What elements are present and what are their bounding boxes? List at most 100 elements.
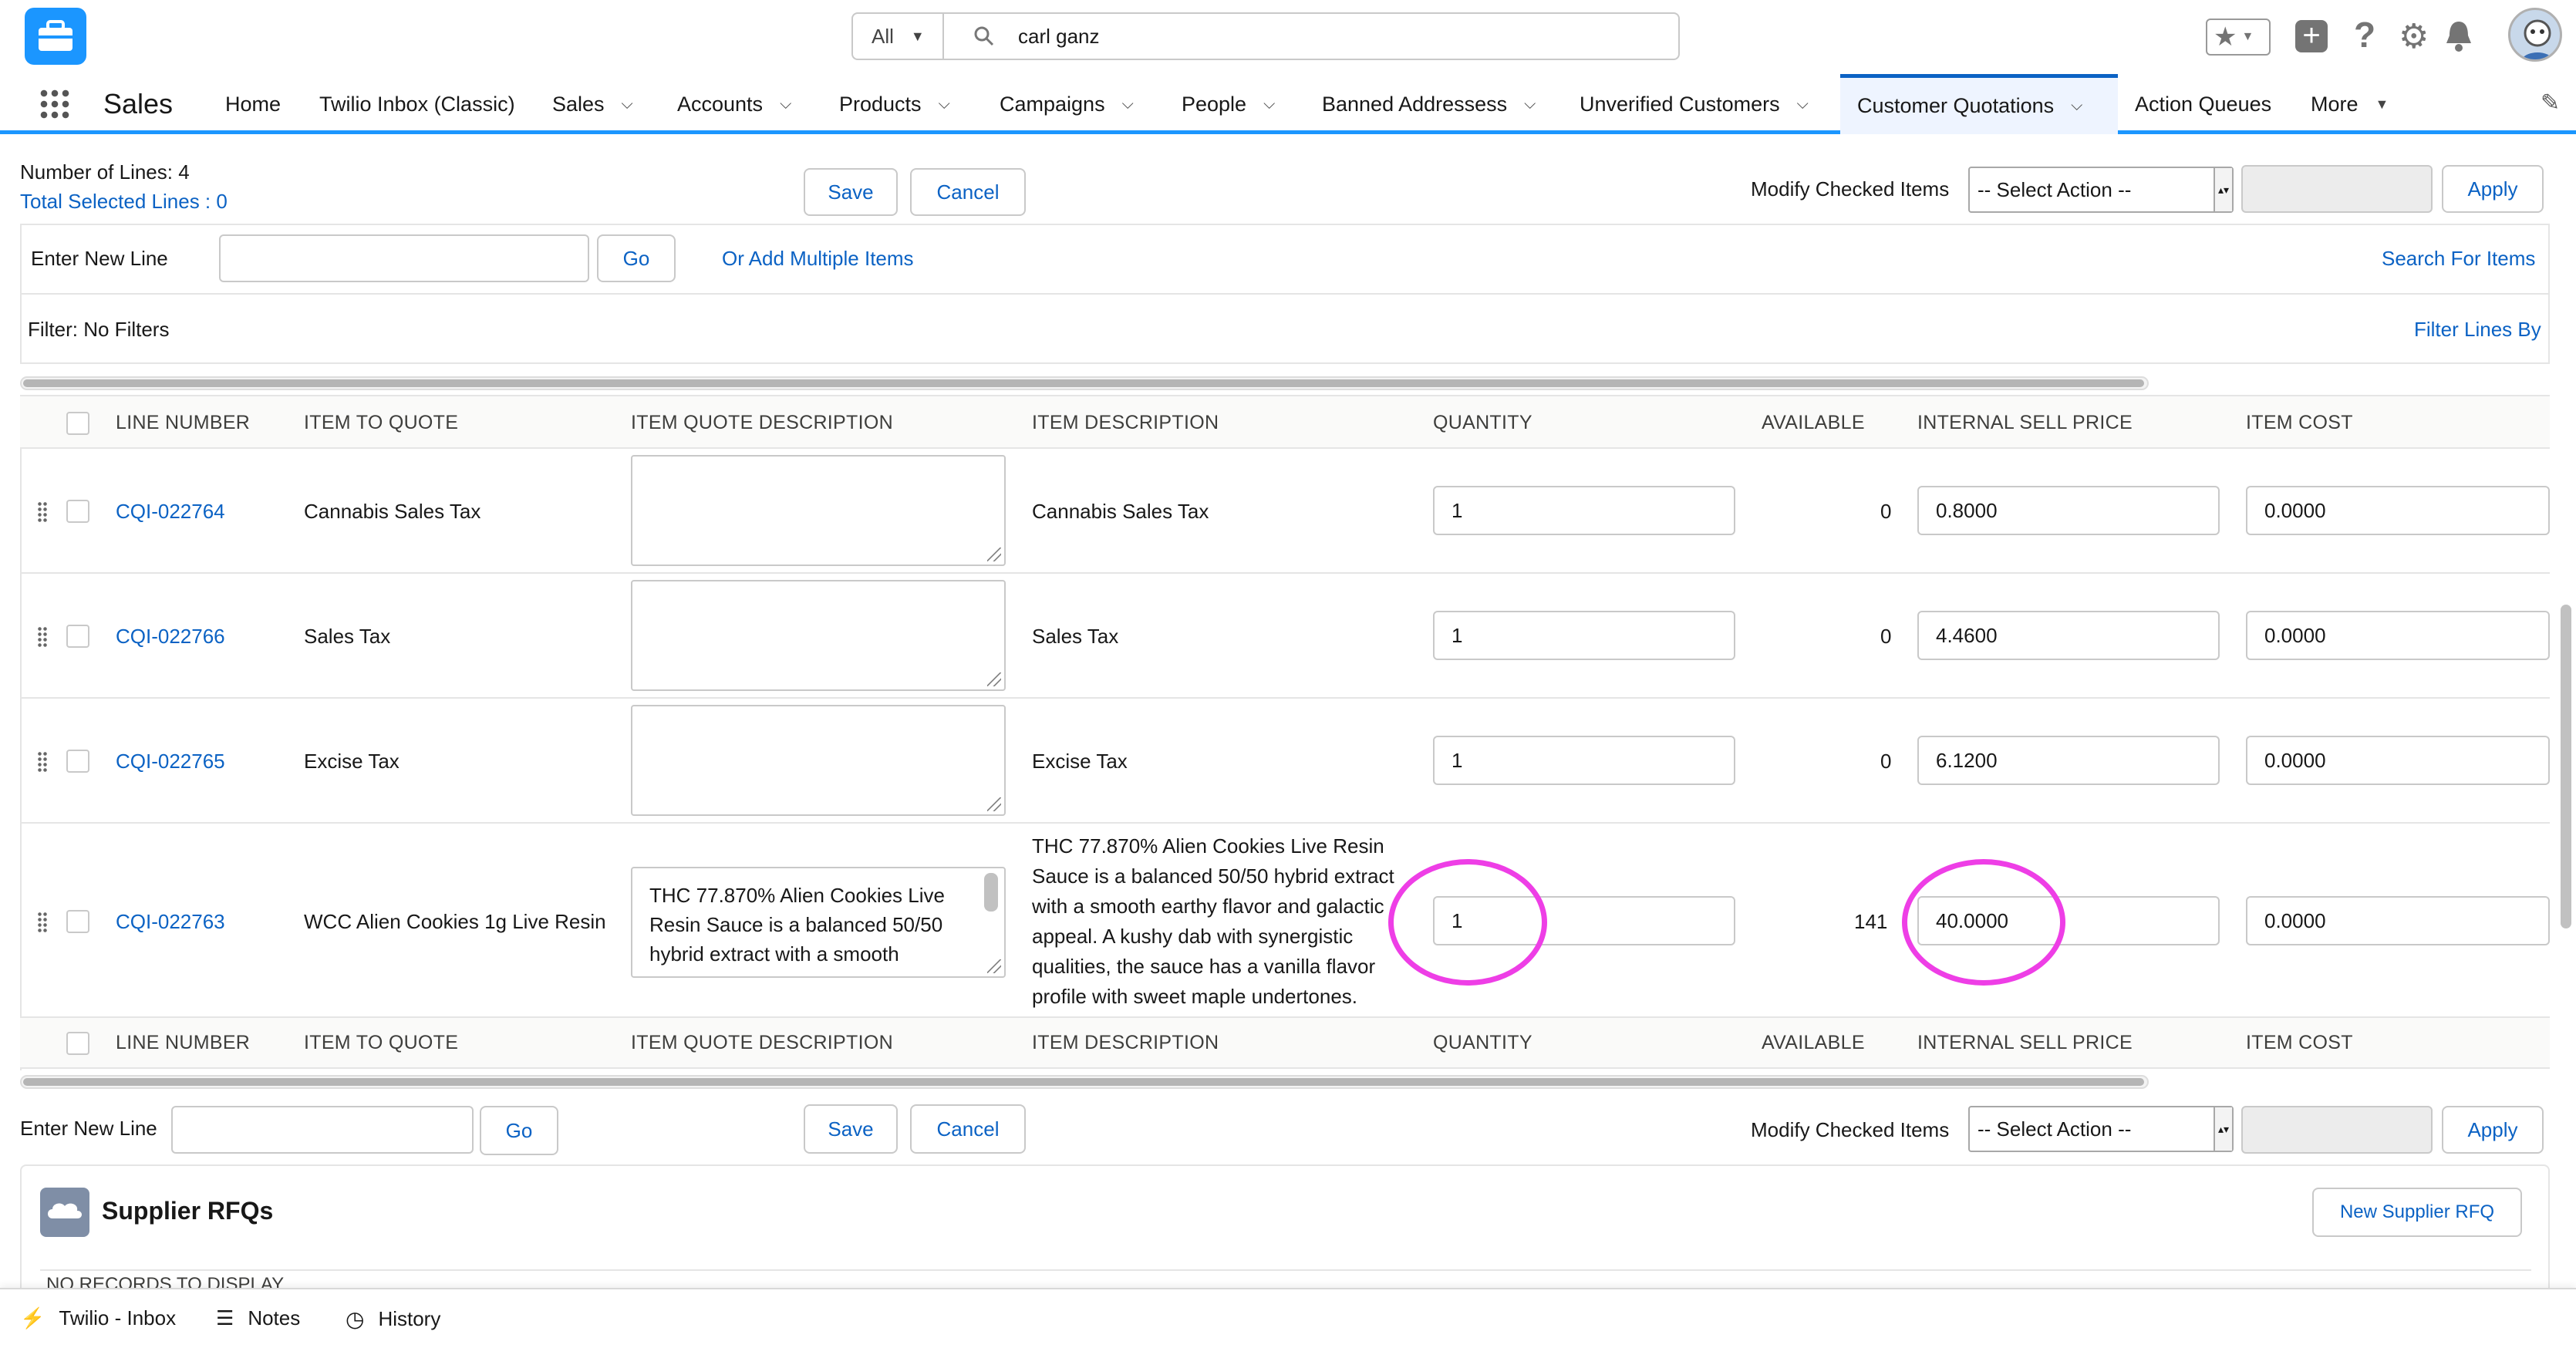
nav-accounts[interactable]: Accounts ⌵ bbox=[677, 74, 791, 134]
select-action-dropdown-bottom[interactable]: -- Select Action -- ▴▾ bbox=[1968, 1106, 2234, 1152]
total-selected-lines[interactable]: Total Selected Lines : 0 bbox=[20, 190, 228, 214]
save-button-bottom[interactable]: Save bbox=[804, 1104, 898, 1154]
chevron-down-icon[interactable]: ⌵ bbox=[780, 96, 791, 113]
textarea-scrollbar[interactable] bbox=[984, 873, 998, 912]
apply-button-bottom[interactable]: Apply bbox=[2442, 1106, 2544, 1154]
favorites-button[interactable]: ★ ▼ bbox=[2206, 19, 2271, 56]
column-header-internal-sell-price[interactable]: INTERNAL SELL PRICE bbox=[1917, 412, 2133, 434]
column-header-line-number[interactable]: LINE NUMBER bbox=[116, 412, 250, 434]
cancel-button-bottom[interactable]: Cancel bbox=[910, 1104, 1026, 1154]
utility-item-notes[interactable]: ☰ Notes bbox=[216, 1306, 300, 1330]
help-icon[interactable]: ? bbox=[2354, 14, 2375, 56]
chevron-down-icon[interactable]: ⌵ bbox=[939, 96, 950, 113]
go-button[interactable]: Go bbox=[597, 234, 676, 282]
resize-handle-icon[interactable] bbox=[987, 797, 1001, 811]
search-for-items-link[interactable]: Search For Items bbox=[2382, 247, 2535, 271]
internal-sell-price-input[interactable]: 6.1200 bbox=[1917, 736, 2220, 785]
action-value-input[interactable] bbox=[2241, 165, 2433, 213]
drag-handle-icon[interactable] bbox=[37, 912, 48, 933]
notification-bell-icon[interactable] bbox=[2443, 19, 2474, 52]
chevron-down-icon[interactable]: ⌵ bbox=[622, 96, 633, 113]
go-button-bottom[interactable]: Go bbox=[480, 1106, 558, 1155]
add-multiple-items-link[interactable]: Or Add Multiple Items bbox=[722, 247, 914, 271]
add-icon[interactable]: + bbox=[2295, 20, 2328, 52]
nav-action-queues[interactable]: Action Queues bbox=[2135, 74, 2271, 134]
nav-banned-addressess[interactable]: Banned Addressess ⌵ bbox=[1322, 74, 1536, 134]
nav-products[interactable]: Products ⌵ bbox=[839, 74, 950, 134]
table-horizontal-scrollbar-bottom[interactable] bbox=[20, 1075, 2149, 1089]
app-logo-icon[interactable] bbox=[25, 8, 86, 65]
item-quote-description-textarea[interactable] bbox=[631, 705, 1006, 816]
resize-handle-icon[interactable] bbox=[987, 672, 1001, 686]
quantity-input[interactable]: 1 bbox=[1433, 736, 1735, 785]
resize-handle-icon[interactable] bbox=[987, 548, 1001, 561]
item-cost-input[interactable]: 0.0000 bbox=[2246, 736, 2550, 785]
item-cost-input[interactable]: 0.0000 bbox=[2246, 611, 2550, 660]
enter-new-line-input[interactable] bbox=[219, 234, 589, 282]
column-header-quantity[interactable]: QUANTITY bbox=[1433, 412, 1532, 434]
row-checkbox[interactable] bbox=[66, 750, 89, 773]
line-number-link[interactable]: CQI-022766 bbox=[116, 625, 225, 649]
edit-nav-pencil-icon[interactable]: ✎ bbox=[2541, 89, 2560, 116]
row-checkbox[interactable] bbox=[66, 625, 89, 648]
nav-home[interactable]: Home bbox=[225, 74, 281, 134]
search-scope-select[interactable]: All ▼ bbox=[851, 12, 944, 60]
cancel-button[interactable]: Cancel bbox=[910, 168, 1026, 216]
internal-sell-price-input[interactable]: 0.8000 bbox=[1917, 486, 2220, 535]
nav-campaigns[interactable]: Campaigns ⌵ bbox=[1000, 74, 1134, 134]
item-quote-description-textarea[interactable] bbox=[631, 580, 1006, 691]
filter-lines-by-link[interactable]: Filter Lines By bbox=[2414, 318, 2541, 342]
scrollbar-thumb[interactable] bbox=[23, 1078, 2144, 1086]
apply-button[interactable]: Apply bbox=[2442, 165, 2544, 213]
drag-handle-icon[interactable] bbox=[37, 626, 48, 648]
row-checkbox[interactable] bbox=[66, 500, 89, 523]
quantity-input[interactable]: 1 bbox=[1433, 611, 1735, 660]
new-supplier-rfq-button[interactable]: New Supplier RFQ bbox=[2312, 1188, 2522, 1237]
chevron-down-icon[interactable]: ⌵ bbox=[2071, 97, 2082, 115]
nav-people[interactable]: People ⌵ bbox=[1182, 74, 1275, 134]
resize-handle-icon[interactable] bbox=[987, 959, 1001, 973]
column-header-item-description[interactable]: ITEM DESCRIPTION bbox=[1032, 412, 1219, 434]
row-checkbox[interactable] bbox=[66, 910, 89, 933]
nav-more[interactable]: More ▼ bbox=[2311, 74, 2389, 134]
nav-twilio-inbox[interactable]: Twilio Inbox (Classic) bbox=[319, 74, 515, 134]
column-header-available[interactable]: AVAILABLE bbox=[1762, 412, 1865, 434]
select-all-checkbox[interactable] bbox=[66, 412, 89, 435]
nav-sales[interactable]: Sales ⌵ bbox=[552, 74, 633, 134]
user-avatar[interactable] bbox=[2508, 8, 2562, 62]
chevron-down-icon[interactable]: ⌵ bbox=[1122, 96, 1134, 113]
column-header-item-to-quote[interactable]: ITEM TO QUOTE bbox=[304, 412, 458, 434]
select-all-checkbox-footer[interactable] bbox=[66, 1032, 89, 1055]
quantity-input[interactable]: 1 bbox=[1433, 486, 1735, 535]
app-launcher-icon[interactable] bbox=[39, 88, 71, 120]
item-cost-input[interactable]: 0.0000 bbox=[2246, 896, 2550, 945]
item-quote-description-textarea[interactable]: THC 77.870% Alien Cookies Live Resin Sau… bbox=[631, 867, 1006, 978]
line-number-link[interactable]: CQI-022763 bbox=[116, 910, 225, 934]
drag-handle-icon[interactable] bbox=[37, 501, 48, 523]
global-search-input[interactable]: carl ganz bbox=[942, 12, 1680, 60]
chevron-down-icon[interactable]: ⌵ bbox=[1524, 96, 1536, 113]
utility-item-twilio-inbox[interactable]: ⚡ Twilio - Inbox bbox=[20, 1306, 176, 1330]
gear-icon[interactable]: ⚙ bbox=[2399, 17, 2429, 56]
select-action-dropdown[interactable]: -- Select Action -- ▴▾ bbox=[1968, 167, 2234, 213]
enter-new-line-input-bottom[interactable] bbox=[171, 1106, 474, 1154]
line-number-link[interactable]: CQI-022765 bbox=[116, 750, 225, 773]
scrollbar-thumb[interactable] bbox=[23, 379, 2144, 387]
column-header-item-cost[interactable]: ITEM COST bbox=[2246, 412, 2353, 434]
chevron-down-icon[interactable]: ⌵ bbox=[1797, 96, 1809, 113]
nav-customer-quotations[interactable]: Customer Quotations ⌵ bbox=[1840, 74, 2118, 134]
supplier-rfqs-title[interactable]: Supplier RFQs bbox=[102, 1197, 273, 1225]
nav-unverified-customers[interactable]: Unverified Customers ⌵ bbox=[1580, 74, 1809, 134]
line-number-link[interactable]: CQI-022764 bbox=[116, 500, 225, 524]
page-vertical-scrollbar[interactable] bbox=[2561, 605, 2571, 928]
item-cost-input[interactable]: 0.0000 bbox=[2246, 486, 2550, 535]
save-button[interactable]: Save bbox=[804, 168, 898, 216]
utility-item-history[interactable]: ◷ History bbox=[346, 1306, 440, 1332]
chevron-down-icon[interactable]: ▼ bbox=[2375, 96, 2389, 113]
column-header-item-quote-description[interactable]: ITEM QUOTE DESCRIPTION bbox=[631, 412, 893, 434]
drag-handle-icon[interactable] bbox=[37, 751, 48, 773]
internal-sell-price-input[interactable]: 4.4600 bbox=[1917, 611, 2220, 660]
chevron-down-icon[interactable]: ⌵ bbox=[1263, 96, 1275, 113]
item-quote-description-textarea[interactable] bbox=[631, 455, 1006, 566]
action-value-input-bottom[interactable] bbox=[2241, 1106, 2433, 1154]
